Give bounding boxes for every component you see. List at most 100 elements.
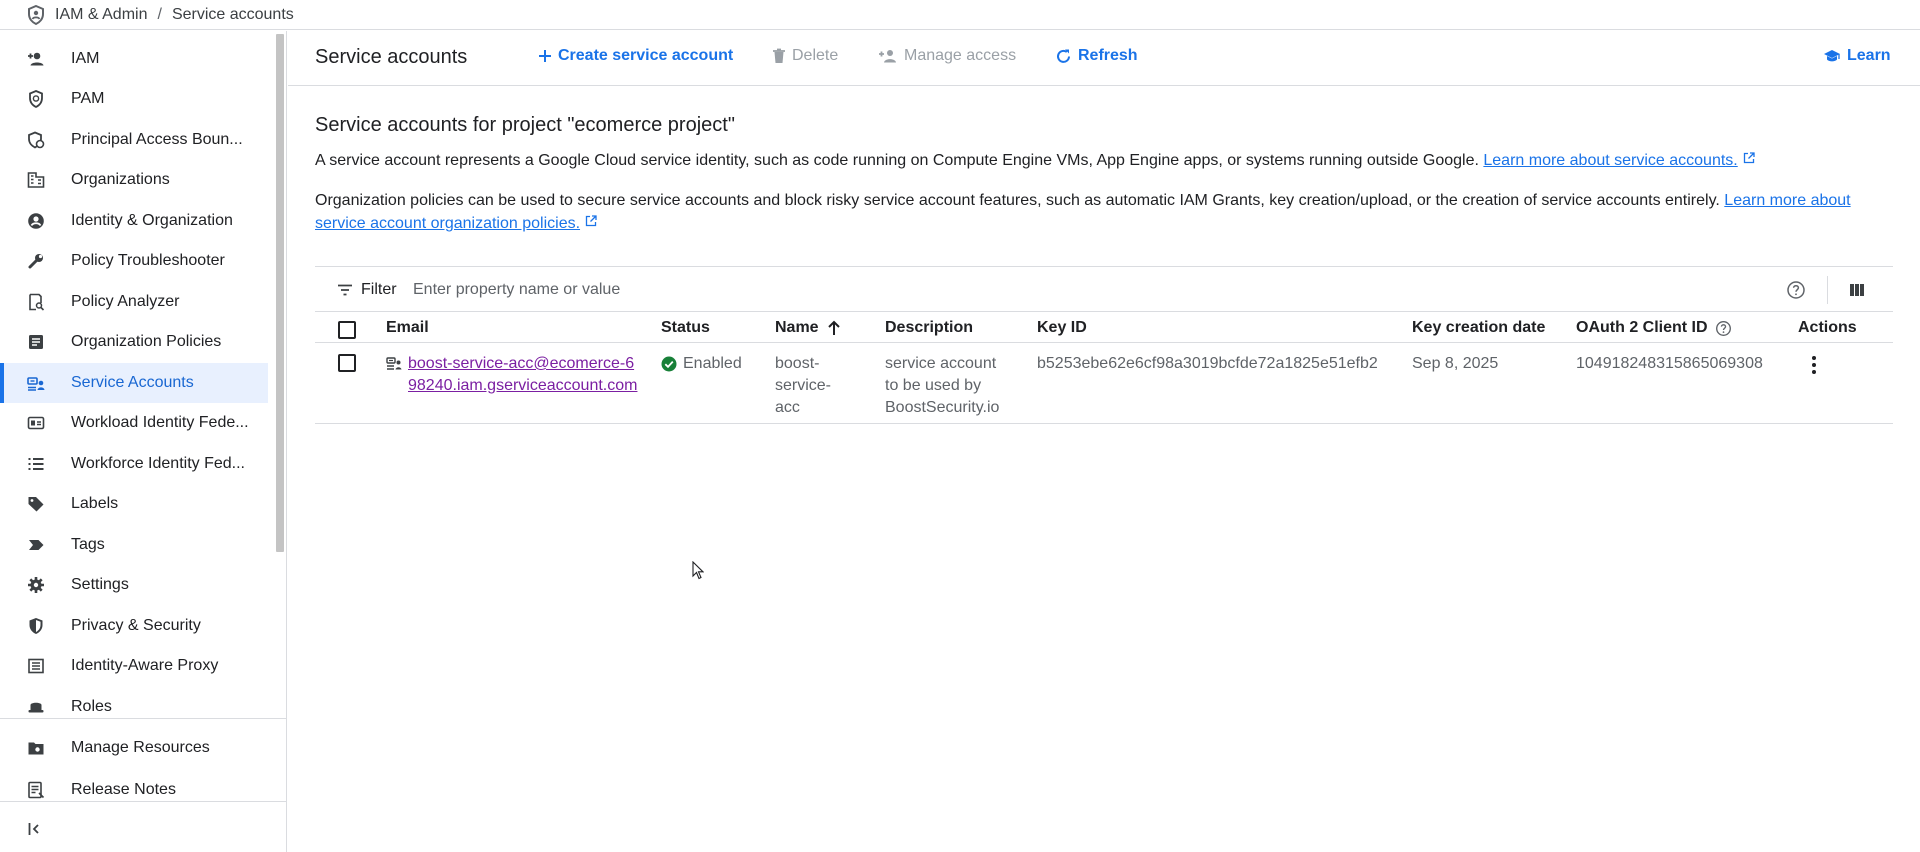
- create-service-account-label: Create service account: [558, 47, 734, 64]
- sidebar-item-settings[interactable]: Settings: [0, 565, 268, 605]
- sidebar-item-label: Privacy & Security: [71, 617, 201, 634]
- help-icon[interactable]: [1715, 320, 1732, 337]
- sidebar-item-organization-policies[interactable]: Organization Policies: [0, 322, 268, 362]
- school-icon: [1824, 50, 1840, 62]
- page-title: Service accounts: [315, 46, 468, 68]
- select-all-checkbox[interactable]: [338, 321, 356, 339]
- service-account-icon: [27, 377, 45, 391]
- name-cell: boost-service-acc: [775, 355, 832, 416]
- open-in-new-icon: [1743, 152, 1755, 164]
- service-account-description: A service account represents a Google Cl…: [315, 149, 1890, 172]
- plus-icon: [539, 50, 551, 62]
- column-status[interactable]: Status: [661, 319, 710, 337]
- refresh-button[interactable]: Refresh: [1055, 47, 1138, 65]
- row-checkbox[interactable]: [338, 354, 356, 372]
- sidebar-item-identity-aware-proxy[interactable]: Identity-Aware Proxy: [0, 646, 268, 686]
- proxy-icon: [28, 658, 44, 674]
- sidebar: IAM PAM Principal Access Boun... Organiz…: [0, 31, 287, 852]
- page-header: Service accounts Create service account …: [288, 31, 1920, 86]
- column-oauth-client-id[interactable]: OAuth 2 Client ID: [1576, 319, 1732, 337]
- sidebar-item-label: Tags: [71, 536, 105, 553]
- service-account-email-link[interactable]: boost-service-acc@ecomerce-698240.iam.gs…: [408, 353, 641, 397]
- learn-button[interactable]: Learn: [1823, 47, 1891, 65]
- sidebar-item-organizations[interactable]: Organizations: [0, 160, 268, 200]
- column-display-icon[interactable]: [1848, 281, 1866, 299]
- shield-icon: [28, 4, 44, 25]
- manage-access-label: Manage access: [904, 47, 1017, 64]
- delete-button[interactable]: Delete: [772, 47, 838, 65]
- sidebar-item-label: Organization Policies: [71, 333, 222, 350]
- manage-access-button[interactable]: Manage access: [878, 47, 1016, 65]
- filter-label: Filter: [361, 281, 397, 298]
- sidebar-item-service-accounts[interactable]: Service Accounts: [0, 363, 268, 403]
- sidebar-item-label: Policy Analyzer: [71, 293, 180, 310]
- sidebar-item-policy-analyzer[interactable]: Policy Analyzer: [0, 282, 268, 322]
- table-row: boost-service-acc@ecomerce-698240.iam.gs…: [315, 344, 1893, 424]
- sidebar-item-release-notes[interactable]: Release Notes: [0, 770, 268, 810]
- policy-boundary-icon: [28, 131, 45, 149]
- section-heading: Service accounts for project "ecomerce p…: [315, 114, 735, 136]
- sidebar-item-tags[interactable]: Tags: [0, 525, 268, 565]
- sidebar-divider: [0, 718, 287, 719]
- wrench-icon: [28, 254, 43, 269]
- column-key-id[interactable]: Key ID: [1037, 319, 1087, 337]
- notes-icon: [28, 781, 45, 799]
- folder-gear-icon: [28, 742, 44, 755]
- column-key-creation-date[interactable]: Key creation date: [1412, 319, 1545, 337]
- sidebar-item-label: Labels: [71, 495, 119, 512]
- status-cell: Enabled: [661, 353, 742, 375]
- shield-check-icon: [29, 618, 43, 634]
- create-service-account-button[interactable]: Create service account: [538, 47, 733, 65]
- domain-icon: [27, 172, 45, 188]
- filter-icon: [338, 284, 352, 296]
- person-add-icon: [28, 52, 44, 66]
- sidebar-item-principal-access-boundary[interactable]: Principal Access Boun...: [0, 120, 268, 160]
- sidebar-item-label: Manage Resources: [71, 739, 210, 756]
- sidebar-item-identity-organization[interactable]: Identity & Organization: [0, 201, 268, 241]
- hat-icon: [28, 702, 44, 713]
- collapse-icon[interactable]: [27, 820, 45, 838]
- sidebar-item-manage-resources[interactable]: Manage Resources: [0, 728, 268, 768]
- sidebar-item-labels[interactable]: Labels: [0, 484, 268, 524]
- sidebar-item-label: Settings: [71, 576, 129, 593]
- arrow-up-icon: [827, 320, 840, 335]
- label-icon: [28, 497, 44, 512]
- sidebar-item-roles[interactable]: Roles: [0, 687, 268, 719]
- sidebar-item-label: Workforce Identity Fed...: [71, 455, 245, 472]
- list-icon: [28, 458, 44, 470]
- document-list-icon: [29, 335, 43, 349]
- sidebar-scrollbar[interactable]: [276, 34, 284, 552]
- help-icon[interactable]: [1786, 280, 1806, 300]
- shield-clock-icon: [29, 90, 43, 108]
- badge-icon: [27, 416, 45, 430]
- learn-more-service-accounts-link[interactable]: Learn more about service accounts.: [1483, 152, 1737, 169]
- filter-button[interactable]: Filter: [337, 281, 397, 299]
- sidebar-item-pam[interactable]: PAM: [0, 79, 268, 119]
- column-oauth-label: OAuth 2 Client ID: [1576, 319, 1708, 336]
- check-circle-icon: [661, 356, 677, 372]
- sidebar-item-label: Roles: [71, 698, 112, 715]
- delete-label: Delete: [792, 47, 839, 64]
- learn-label: Learn: [1847, 47, 1891, 64]
- sidebar-item-workforce-identity-federation[interactable]: Workforce Identity Fed...: [0, 444, 268, 484]
- gear-icon: [28, 577, 44, 593]
- column-description[interactable]: Description: [885, 319, 973, 337]
- trash-icon: [773, 48, 785, 63]
- sidebar-item-workload-identity-federation[interactable]: Workload Identity Fede...: [0, 403, 268, 443]
- sidebar-item-label: Organizations: [71, 171, 170, 188]
- sidebar-item-label: Policy Troubleshooter: [71, 252, 225, 269]
- sidebar-item-iam[interactable]: IAM: [0, 39, 268, 79]
- more-vert-icon[interactable]: [1810, 355, 1818, 375]
- refresh-icon: [1057, 49, 1070, 63]
- filter-input[interactable]: [413, 278, 813, 302]
- key-id-cell: b5253ebe62e6cf98a3019bcfde72a1825e51efb2: [1037, 355, 1378, 372]
- sidebar-item-label: Identity & Organization: [71, 212, 233, 229]
- column-email[interactable]: Email: [386, 319, 429, 337]
- breadcrumb-item-iam-admin[interactable]: IAM & Admin: [55, 6, 147, 24]
- sidebar-item-privacy-security[interactable]: Privacy & Security: [0, 606, 268, 646]
- column-name[interactable]: Name: [775, 319, 841, 337]
- sidebar-item-policy-troubleshooter[interactable]: Policy Troubleshooter: [0, 241, 268, 281]
- service-account-icon: [386, 357, 402, 370]
- account-circle-icon: [28, 213, 44, 229]
- sidebar-item-label: Identity-Aware Proxy: [71, 657, 219, 674]
